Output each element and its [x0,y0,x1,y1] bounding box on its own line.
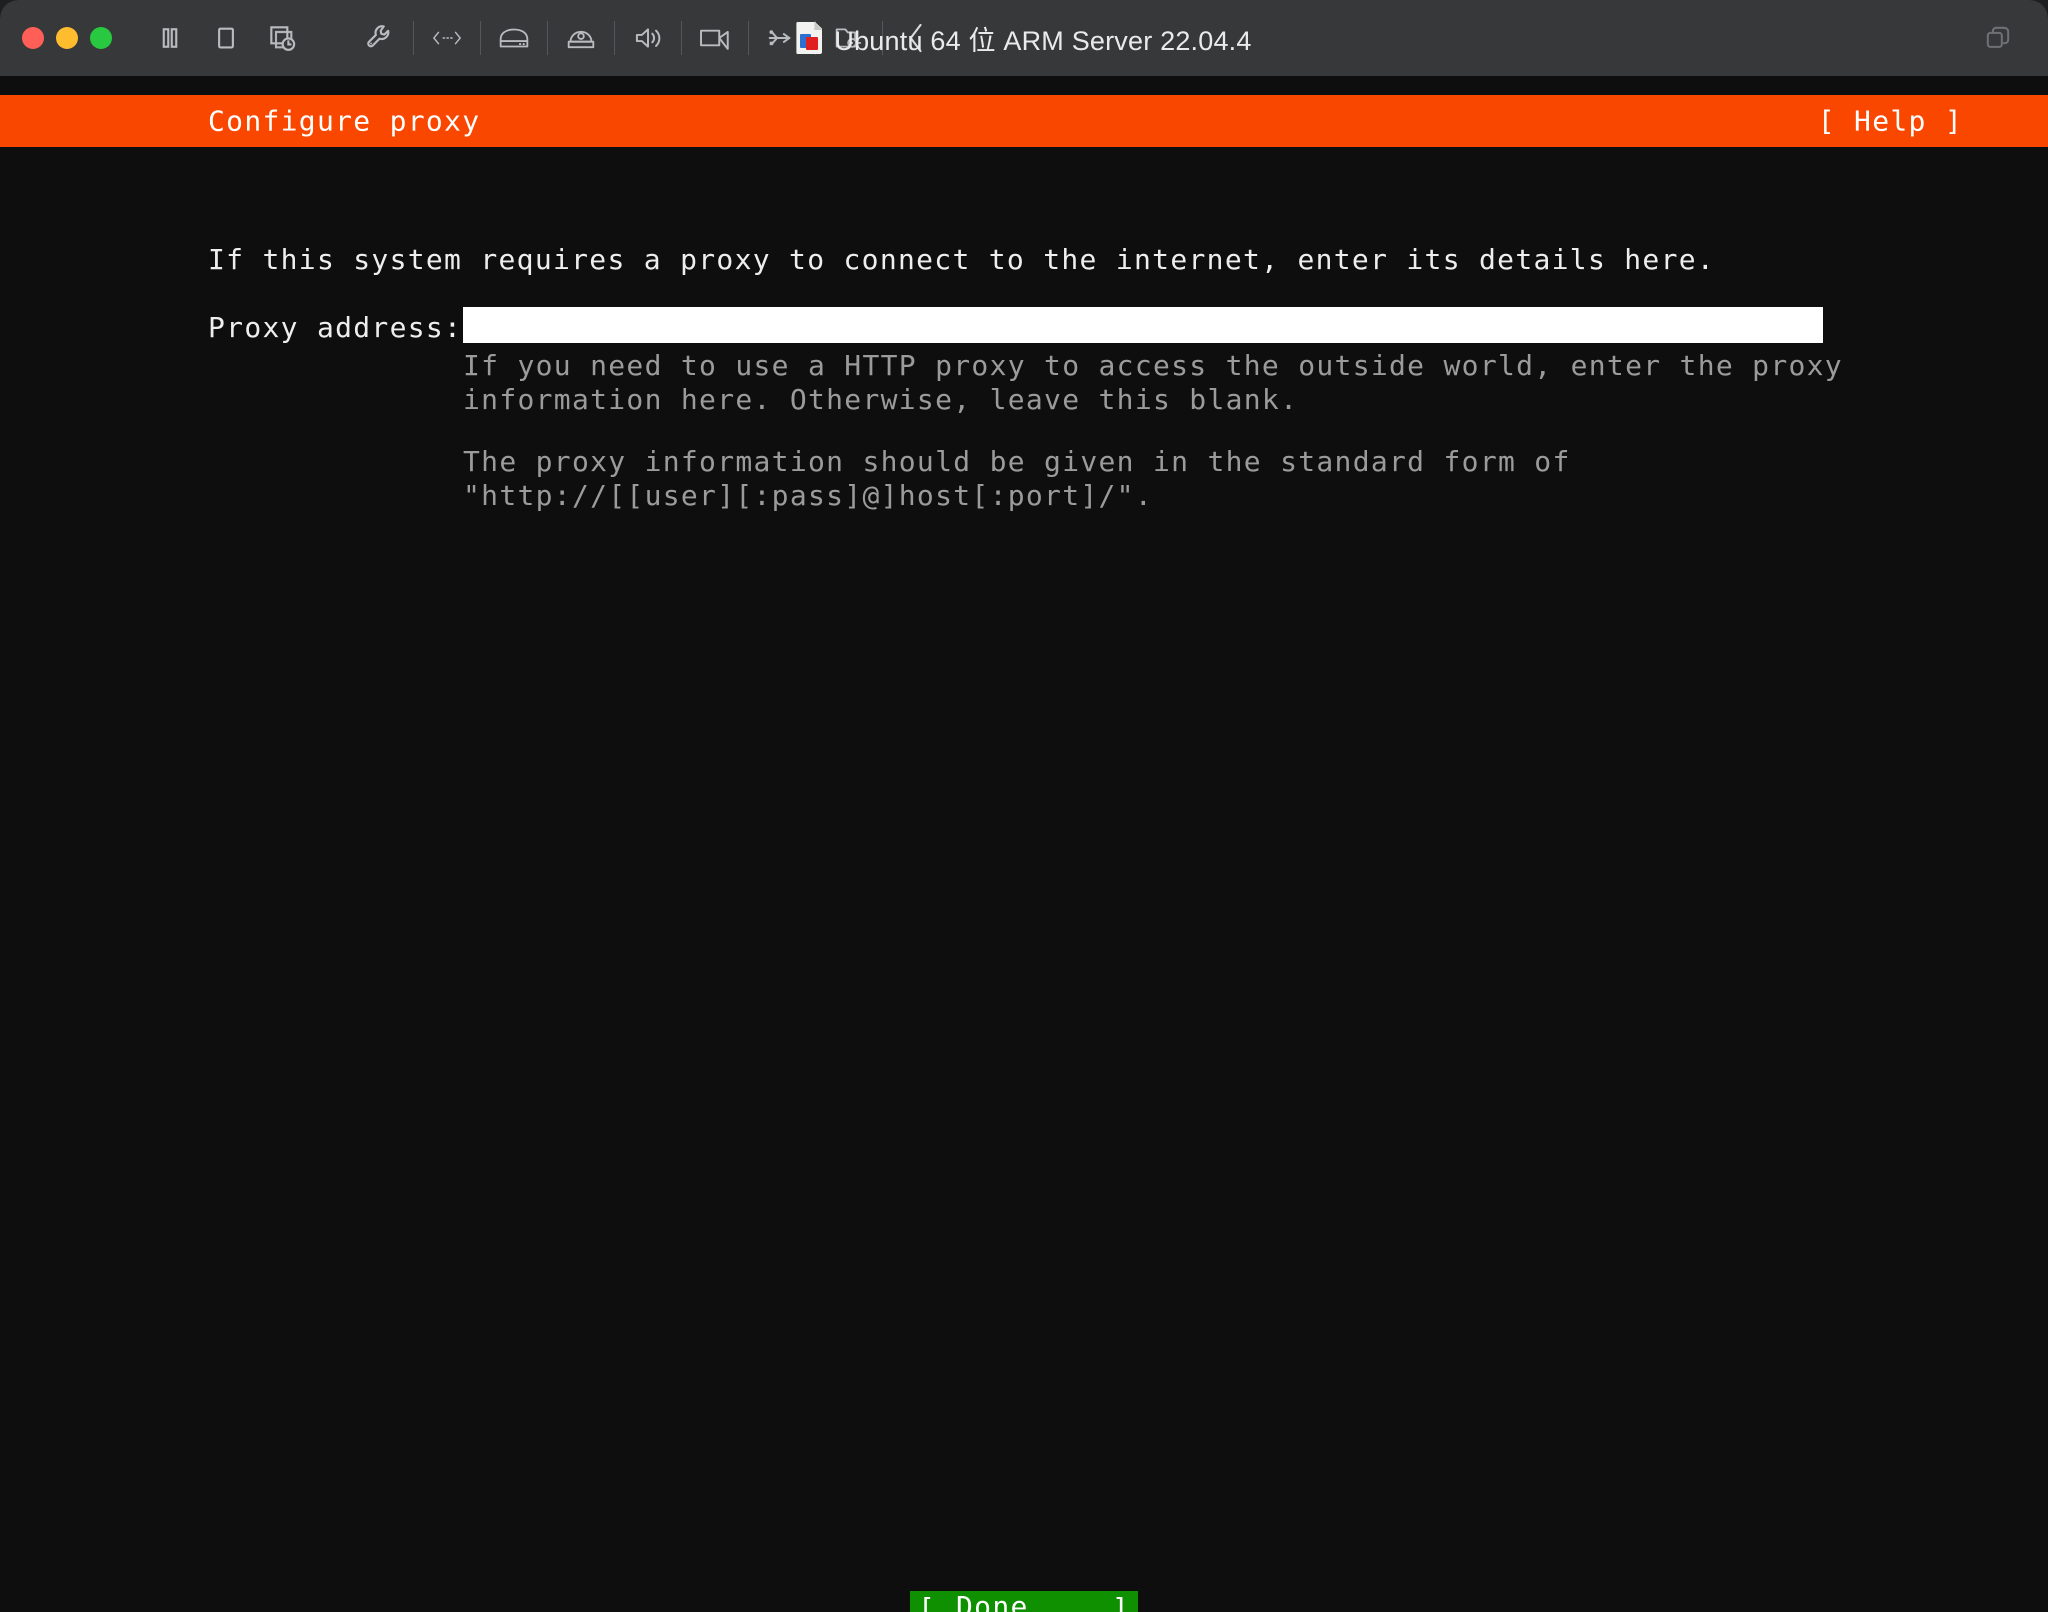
restore-window-icon[interactable] [1970,10,2026,66]
done-label-rest: one [974,1590,1029,1612]
vm-control-toolbar [142,10,310,66]
vm-window: Ubuntu 64 位 ARM Server 22.04.4 Configure… [0,0,2048,1612]
sound-icon[interactable] [620,10,676,66]
proxy-help-paragraph-2: The proxy information should be given in… [463,445,1571,512]
proxy-address-input[interactable] [463,307,1823,343]
maximize-window-button[interactable] [90,27,112,49]
done-bracket-right: ] [1111,1591,1130,1612]
stop-icon[interactable] [198,10,254,66]
proxy-address-label: Proxy address: [208,310,463,344]
pause-icon[interactable] [142,10,198,66]
done-button[interactable]: [ Done ] [910,1590,1138,1612]
proxy-address-row: Proxy address: [208,308,462,346]
network-icon[interactable] [419,10,475,66]
intro-text: If this system requires a proxy to conne… [208,243,1716,276]
minimize-window-button[interactable] [56,27,78,49]
toolbar-divider [614,21,615,55]
hard-disk-icon[interactable] [486,10,542,66]
titlebar-right-controls [1970,0,2026,76]
toolbar-divider [748,21,749,55]
proxy-help-paragraph-1: If you need to use a HTTP proxy to acces… [463,349,1843,416]
help-button[interactable]: [ Help ] [1818,105,1963,138]
optical-drive-icon[interactable] [553,10,609,66]
installer-screen: Configure proxy [ Help ] If this system … [0,76,2048,1612]
toolbar-divider [681,21,682,55]
snapshot-icon[interactable] [254,10,310,66]
page-title: Configure proxy [208,104,481,138]
settings-wrench-icon[interactable] [352,10,408,66]
usb-icon[interactable] [754,10,810,66]
close-window-button[interactable] [22,27,44,49]
done-accel-char: D [956,1590,974,1612]
collapse-chevron-icon[interactable] [888,10,944,66]
toolbar-divider [547,21,548,55]
toolbar-divider [480,21,481,55]
toolbar-divider [815,21,816,55]
installer-header-bar: Configure proxy [ Help ] [0,95,2048,147]
shared-folder-icon[interactable] [821,10,877,66]
traffic-light-group [22,27,112,49]
toolbar-divider [882,21,883,55]
camera-icon[interactable] [687,10,743,66]
toolbar-divider [413,21,414,55]
done-bracket-left: [ [918,1591,937,1612]
installer-button-group: [ Done ] [ Back ] [910,1590,1138,1612]
done-button-label: Done [956,1590,1029,1612]
window-titlebar: Ubuntu 64 位 ARM Server 22.04.4 [0,0,2048,76]
vm-device-toolbar [352,10,944,66]
